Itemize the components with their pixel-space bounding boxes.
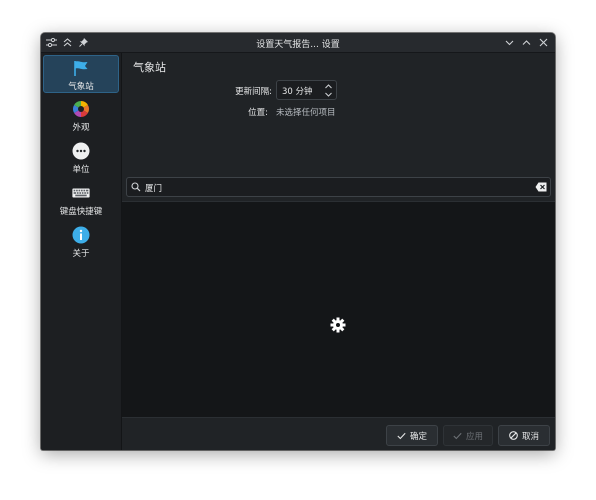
search-icon [131,182,141,195]
page-title: 气象站 [133,61,166,74]
sidebar-item-label: 单位 [72,165,90,175]
settings-content: 气象站 更新间隔: 30 分钟 位置: 未选择任何项目 厦门 确定 应用 取消 [122,53,555,450]
sidebar-item-appearance[interactable]: 外观 [43,97,119,135]
location-value: 未选择任何项目 [276,108,336,118]
interval-label: 更新间隔: [235,87,272,97]
cancel-button-label: 取消 [521,431,539,442]
cancel-icon [509,431,518,440]
check-icon [397,432,406,439]
ok-button[interactable]: 确定 [386,425,438,446]
minimize-icon[interactable] [503,36,516,49]
flag-icon [72,59,90,77]
maximize-icon[interactable] [520,36,533,49]
clear-search-icon[interactable] [535,182,547,195]
color-wheel-icon [72,100,90,118]
apply-button[interactable]: 应用 [443,425,493,446]
sidebar-item-weather-station[interactable]: 气象站 [43,55,119,93]
sidebar-item-keyboard-shortcuts[interactable]: 键盘快捷键 [43,181,119,219]
sidebar-item-label: 外观 [72,123,90,133]
sidebar-item-about[interactable]: 关于 [43,223,119,261]
ok-button-label: 确定 [409,431,427,442]
settings-window: 设置天气报告... 设置 气象站 外观 单位 键盘快捷键 关于 气象站 更新间隔… [41,33,555,450]
info-icon [72,226,90,244]
search-input[interactable]: 厦门 [145,182,162,194]
sidebar-item-units[interactable]: 单位 [43,139,119,177]
more-dots-icon [72,142,90,160]
interval-spinbox[interactable]: 30 分钟 [276,80,337,100]
check-icon [453,432,462,439]
interval-value: 30 分钟 [282,87,313,97]
sidebar-item-label: 关于 [72,249,90,259]
sidebar: 气象站 外观 单位 键盘快捷键 关于 [41,53,122,450]
title-bar: 设置天气报告... 设置 [41,33,555,53]
cancel-button[interactable]: 取消 [498,425,550,446]
location-label: 位置: [248,108,268,118]
search-results-list[interactable] [122,201,555,450]
button-bar: 确定 应用 取消 [122,417,555,450]
window-title: 设置天气报告... 设置 [256,40,340,50]
loading-gear-icon [330,317,346,336]
sidebar-item-label: 键盘快捷键 [59,207,103,217]
close-icon[interactable] [537,36,550,49]
spin-arrows-icon[interactable] [324,83,333,98]
keyboard-icon [72,184,90,202]
sidebar-item-label: 气象站 [68,82,94,92]
search-field[interactable]: 厦门 [126,177,551,197]
apply-button-label: 应用 [465,431,483,442]
